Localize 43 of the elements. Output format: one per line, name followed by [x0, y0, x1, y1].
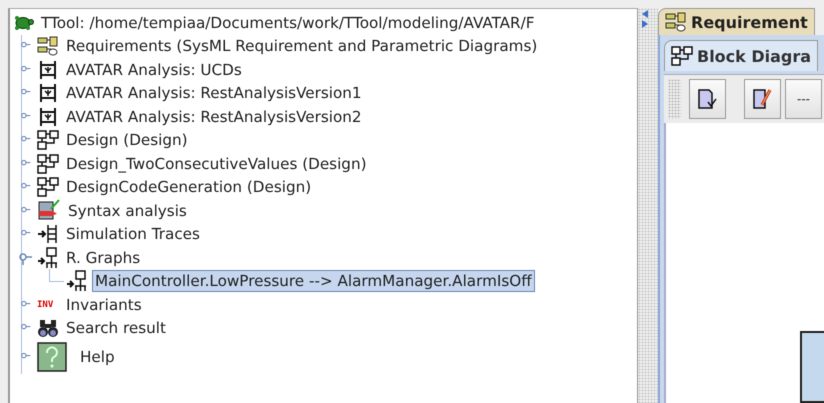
trace-icon [37, 223, 59, 246]
document-pencil-icon [751, 88, 774, 110]
requirement-icon [37, 35, 59, 58]
diagram-icon [37, 58, 59, 81]
tree-item[interactable]: Help [77, 346, 118, 368]
invariants-icon: INV [37, 300, 59, 310]
diagram-tab[interactable]: Requirement [658, 8, 815, 35]
block-diagram-icon [37, 176, 59, 198]
graph-icon [37, 246, 59, 269]
diagram-tab[interactable]: Block Diagra [664, 40, 818, 71]
tree-item[interactable]: AVATAR Analysis: RestAnalysisVersion2 [63, 106, 365, 128]
toolbar-button[interactable] [688, 79, 726, 119]
tree-item[interactable]: AVATAR Analysis: RestAnalysisVersion1 [63, 82, 365, 104]
tree-item[interactable]: Simulation Traces [63, 223, 203, 246]
expanded-handle-icon[interactable] [19, 250, 33, 265]
tree-item[interactable]: MainController.LowPressure --> AlarmManager.AlarmIsOff [92, 270, 535, 292]
requirement-icon [665, 11, 687, 33]
tree-item[interactable]: Requirements (SysML Requirement and Parametric Diagrams) [63, 35, 540, 58]
help-icon [37, 342, 67, 372]
tree-item[interactable]: Design (Design) [63, 129, 191, 152]
toolbar-button[interactable] [744, 79, 781, 119]
toolbar-grip[interactable] [668, 79, 681, 119]
block-diagram-icon [671, 45, 693, 67]
graph-icon [66, 270, 88, 292]
block-diagram-icon [37, 129, 59, 152]
tree-item[interactable]: Design_TwoConsecutiveValues (Design) [63, 152, 370, 175]
tree-item[interactable]: Syntax analysis [65, 200, 190, 222]
collapse-left-icon[interactable] [642, 10, 648, 18]
block-diagram-icon [37, 152, 59, 175]
tree-item[interactable]: R. Graphs [63, 246, 144, 269]
tree-item[interactable]: AVATAR Analysis: UCDs [63, 58, 245, 81]
diagram-icon [37, 106, 59, 128]
turtle-icon [12, 14, 34, 32]
diagram-icon [37, 82, 59, 104]
tree-item[interactable]: DesignCodeGeneration (Design) [63, 176, 314, 198]
tree-item[interactable]: Invariants [63, 294, 145, 316]
tree-root-label[interactable]: TTool: /home/tempiaa/Documents/work/TTool/modeling/AVATAR/F [38, 12, 538, 34]
separator-button[interactable]: --- [784, 79, 822, 119]
expand-right-icon[interactable] [642, 20, 648, 28]
tree-item[interactable]: Search result [63, 317, 169, 340]
document-icon [696, 88, 718, 110]
binoculars-icon [37, 317, 59, 340]
block-shape [800, 331, 824, 403]
